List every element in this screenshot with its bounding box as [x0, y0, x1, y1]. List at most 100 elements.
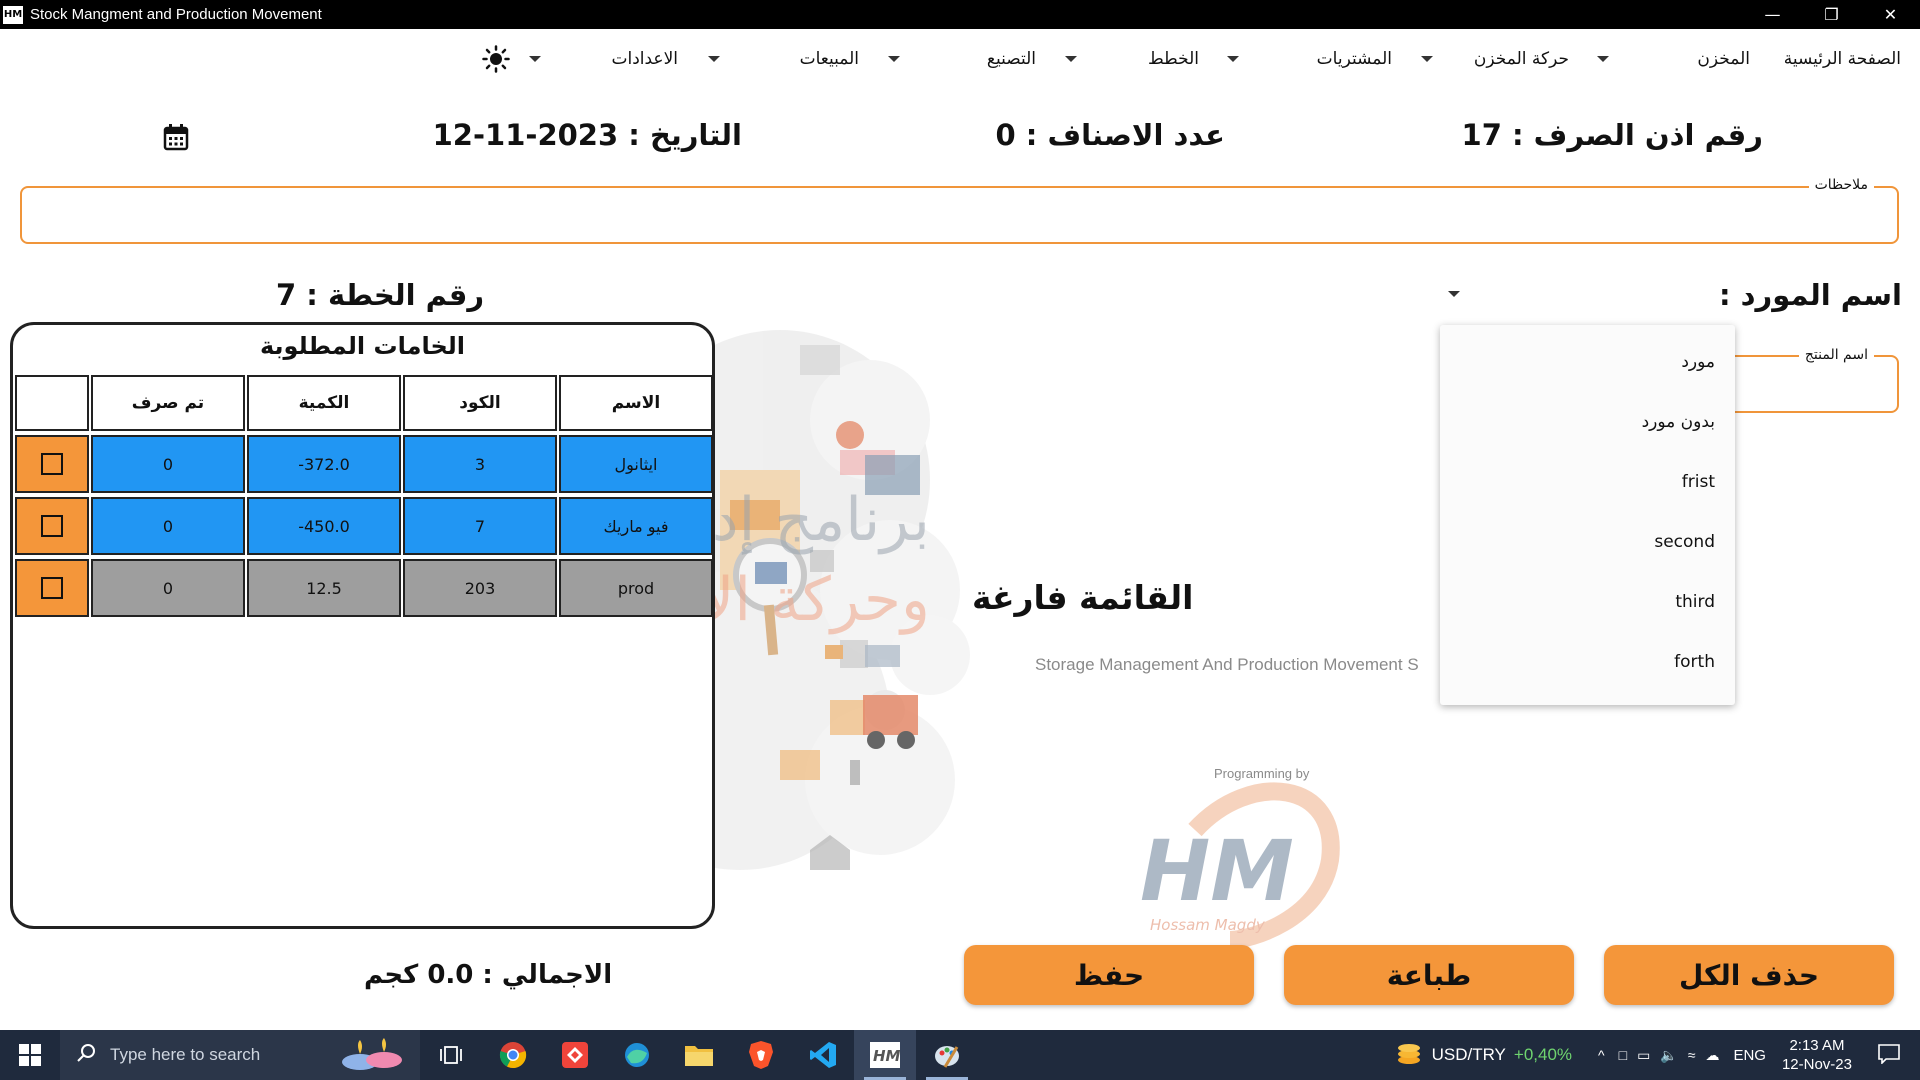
- total-weight: الاجمالي : 0.0 كجم: [364, 960, 613, 990]
- notes-field[interactable]: [20, 186, 1899, 244]
- meet-now-icon[interactable]: □: [1619, 1047, 1627, 1063]
- wifi-icon[interactable]: ≈: [1688, 1047, 1696, 1063]
- menu-plans[interactable]: الخطط: [1148, 45, 1199, 73]
- chrome-icon[interactable]: [482, 1030, 544, 1080]
- plan-number: رقم الخطة : 7: [276, 278, 485, 312]
- row-checkbox[interactable]: [41, 453, 63, 475]
- window-titlebar: HM Stock Mangment and Production Movemen…: [0, 0, 1920, 29]
- menu-manufacturing[interactable]: التصنيع: [987, 45, 1036, 73]
- bg-title-1: برنامج إدارة المخازن: [700, 485, 930, 555]
- table-cell-quantity[interactable]: -450.0: [247, 497, 401, 555]
- notifications-icon[interactable]: [1878, 1043, 1900, 1067]
- taskbar-search[interactable]: Type here to search: [60, 1030, 420, 1080]
- chevron-down-icon[interactable]: [1227, 56, 1239, 62]
- product-name-label: اسم المنتج: [1798, 347, 1874, 363]
- menu-home[interactable]: الصفحة الرئيسية: [1784, 45, 1901, 73]
- clock-date: 12-Nov-23: [1781, 1056, 1852, 1073]
- delete-all-button[interactable]: حذف الكل: [1604, 945, 1894, 1005]
- supplier-dropdown[interactable]: مورد بدون مورد frist second third forth: [1440, 325, 1735, 705]
- dropdown-option[interactable]: third: [1675, 592, 1715, 612]
- hm-logo: HM: [1140, 822, 1294, 920]
- app-icon: HM: [3, 5, 23, 24]
- notes-label: ملاحظات: [1808, 177, 1874, 193]
- print-button[interactable]: طباعة: [1284, 945, 1574, 1005]
- chevron-down-icon[interactable]: [529, 56, 541, 62]
- weather-icon[interactable]: ☁: [1705, 1047, 1719, 1064]
- app-subtitle: Storage Management And Production Moveme…: [1035, 655, 1419, 674]
- table-cell-dispensed[interactable]: 0: [91, 435, 245, 493]
- items-count: عدد الاصناف : 0: [995, 118, 1226, 152]
- currency-icon[interactable]: [1396, 1042, 1422, 1069]
- table-cell-code[interactable]: 7: [403, 497, 557, 555]
- vscode-icon[interactable]: [792, 1030, 854, 1080]
- materials-panel: الخامات المطلوبة الاسم الكود الكمية تم ص…: [10, 322, 715, 929]
- menu-sales[interactable]: المبيعات: [800, 45, 859, 73]
- taskbar: Type here to search HM USD/TRY +0,40% ^ …: [0, 1030, 1920, 1080]
- clock-time: 2:13 AM: [1789, 1037, 1845, 1054]
- brave-icon[interactable]: [730, 1030, 792, 1080]
- dropdown-option[interactable]: بدون مورد: [1642, 412, 1715, 432]
- chevron-down-icon[interactable]: [708, 56, 720, 62]
- sun-icon[interactable]: [482, 45, 510, 73]
- table-cell-code[interactable]: 203: [403, 559, 557, 617]
- materials-title: الخامات المطلوبة: [259, 332, 465, 360]
- row-checkbox[interactable]: [41, 577, 63, 599]
- restore-button[interactable]: ❐: [1802, 0, 1861, 29]
- date-display: التاريخ : 2023-11-12: [432, 118, 742, 152]
- currency-change[interactable]: +0,40%: [1514, 1045, 1572, 1065]
- battery-icon[interactable]: ▭: [1637, 1047, 1650, 1064]
- table-cell-dispensed[interactable]: 0: [91, 559, 245, 617]
- volume-icon[interactable]: 🔈: [1660, 1047, 1677, 1064]
- close-button[interactable]: ✕: [1861, 0, 1920, 29]
- calendar-icon[interactable]: [163, 123, 189, 151]
- window-title: Stock Mangment and Production Movement: [30, 6, 322, 23]
- minimize-button[interactable]: —: [1743, 0, 1802, 29]
- row-select-cell: [15, 559, 89, 617]
- hm-app-icon[interactable]: HM: [854, 1030, 916, 1080]
- diya-lamp-icon[interactable]: [340, 1038, 406, 1077]
- menu-store-movement[interactable]: حركة المخزن: [1474, 45, 1569, 73]
- table-cell-name[interactable]: prod: [559, 559, 712, 617]
- column-header-quantity: الكمية: [247, 375, 401, 431]
- folder-icon[interactable]: [668, 1030, 730, 1080]
- dropdown-option[interactable]: frist: [1682, 472, 1715, 492]
- chevron-down-icon[interactable]: [1597, 56, 1609, 62]
- task-view-icon[interactable]: [420, 1030, 482, 1080]
- column-header-code: الكود: [403, 375, 557, 431]
- search-icon: [76, 1043, 96, 1068]
- edge-icon[interactable]: [606, 1030, 668, 1080]
- row-checkbox[interactable]: [41, 515, 63, 537]
- table-cell-quantity[interactable]: -372.0: [247, 435, 401, 493]
- chevron-down-icon[interactable]: [1448, 291, 1460, 297]
- table-cell-name[interactable]: فيو ماريك: [559, 497, 712, 555]
- menu-store[interactable]: المخزن: [1697, 45, 1750, 73]
- bg-title-2: وحركة الانتاج: [700, 565, 930, 635]
- supplier-label: اسم المورد :: [1718, 278, 1902, 312]
- column-header-name: الاسم: [559, 375, 712, 431]
- dropdown-option[interactable]: forth: [1674, 652, 1715, 672]
- table-cell-code[interactable]: 3: [403, 435, 557, 493]
- background-illustration: برنامج إدارة المخازن وحركة الانتاج HM Ho…: [416, 300, 1480, 950]
- table-cell-dispensed[interactable]: 0: [91, 497, 245, 555]
- paint-icon[interactable]: [916, 1030, 978, 1080]
- search-placeholder: Type here to search: [110, 1045, 261, 1064]
- save-button[interactable]: حفظ: [964, 945, 1254, 1005]
- table-cell-name[interactable]: ايثانول: [559, 435, 712, 493]
- row-select-cell: [15, 435, 89, 493]
- anydesk-icon[interactable]: [544, 1030, 606, 1080]
- clock[interactable]: 2:13 AM 12-Nov-23: [1782, 1036, 1852, 1074]
- chevron-down-icon[interactable]: [1421, 56, 1433, 62]
- dropdown-option[interactable]: second: [1654, 532, 1715, 552]
- chevron-down-icon[interactable]: [1065, 56, 1077, 62]
- chevron-down-icon[interactable]: [888, 56, 900, 62]
- menu-purchases[interactable]: المشتريات: [1317, 45, 1392, 73]
- table-cell-quantity[interactable]: 12.5: [247, 559, 401, 617]
- product-name-field[interactable]: [1720, 355, 1899, 413]
- language-indicator[interactable]: ENG: [1733, 1047, 1766, 1064]
- windows-start-icon[interactable]: [0, 1030, 60, 1080]
- dropdown-option[interactable]: مورد: [1681, 352, 1715, 372]
- chevron-up-icon[interactable]: ^: [1598, 1047, 1605, 1063]
- menu-settings[interactable]: الاعدادات: [611, 45, 678, 73]
- currency-label[interactable]: USD/TRY: [1432, 1045, 1506, 1065]
- system-tray: USD/TRY +0,40% ^ □ ▭ 🔈 ≈ ☁ ENG 2:13 AM 1…: [1396, 1030, 1920, 1080]
